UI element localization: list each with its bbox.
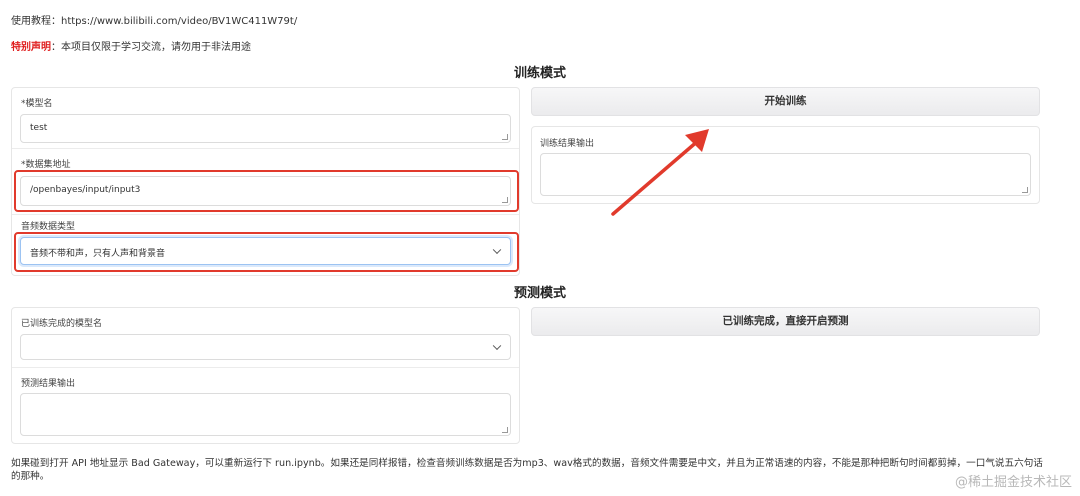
watermark: @稀土掘金技术社区	[954, 475, 1072, 490]
prediction-section-title: 预测模式	[513, 286, 566, 301]
resize-handle-icon[interactable]	[502, 427, 508, 433]
trained-model-label: 已训练完成的模型名	[21, 319, 103, 329]
arrow-shaft	[611, 138, 701, 216]
prediction-output-label: 预测结果输出	[21, 379, 76, 389]
prediction-output-textarea[interactable]	[20, 393, 511, 436]
divider	[12, 367, 519, 368]
footer-note: 如果碰到打开 API 地址显示 Bad Gateway，可以重新运行下 run.…	[11, 458, 1043, 482]
start-prediction-button[interactable]: 已训练完成，直接开启预测	[531, 307, 1040, 336]
chevron-down-icon	[492, 341, 502, 351]
trained-model-select[interactable]	[20, 334, 511, 360]
